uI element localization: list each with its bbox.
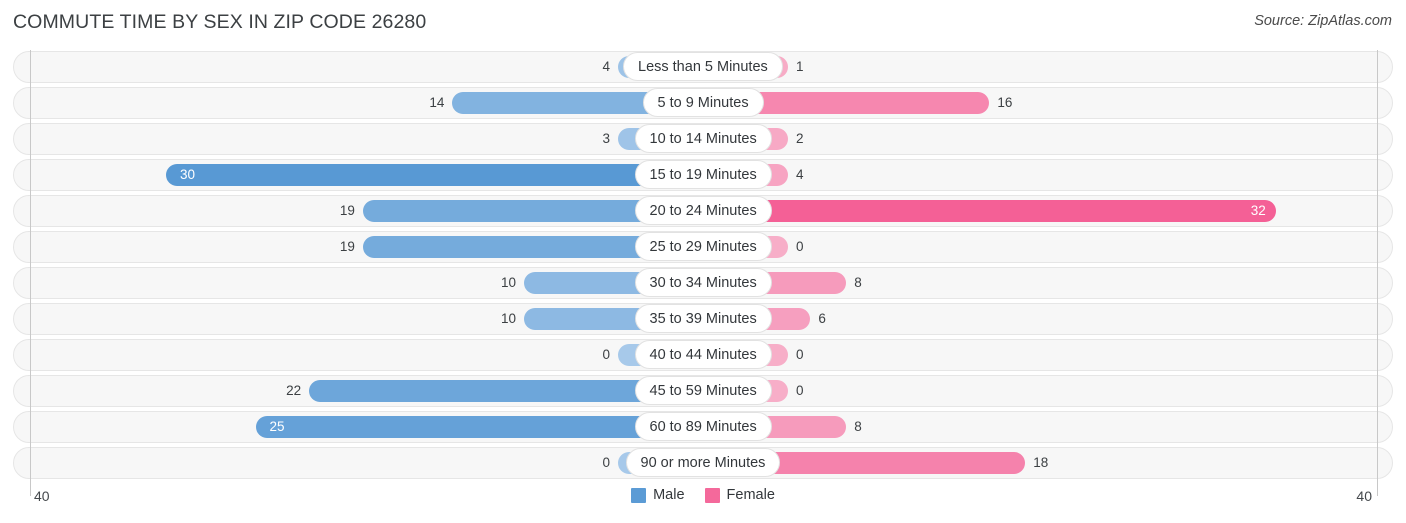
row-bars: 10 8 30 to 34 Minutes (0, 266, 1406, 300)
bar-value-female: 1 (796, 59, 804, 74)
category-label-pill: 45 to 59 Minutes (634, 376, 772, 405)
bar-value-female: 8 (854, 419, 862, 434)
bar-value-male: 3 (602, 131, 610, 146)
legend-item-female[interactable]: Female (704, 487, 775, 503)
category-label-pill: Less than 5 Minutes (623, 52, 783, 81)
legend-swatch-female-icon (704, 487, 720, 503)
category-label-pill: 40 to 44 Minutes (634, 340, 772, 369)
row-bars: 14 16 5 to 9 Minutes (0, 86, 1406, 120)
chart-row: 10 6 35 to 39 Minutes (0, 302, 1406, 338)
legend-label-male: Male (653, 487, 685, 503)
row-bars: 30 4 15 to 19 Minutes (0, 158, 1406, 192)
chart-row: 14 16 5 to 9 Minutes (0, 86, 1406, 122)
bar-value-female: 32 (1250, 203, 1266, 218)
chart-row: 30 4 15 to 19 Minutes (0, 158, 1406, 194)
row-bars: 4 1 Less than 5 Minutes (0, 50, 1406, 84)
bar-value-female: 6 (818, 311, 826, 326)
legend-label-female: Female (726, 487, 775, 503)
bar-value-male: 25 (269, 419, 285, 434)
bar-value-male: 30 (180, 167, 196, 182)
chart-row: 19 32 20 to 24 Minutes (0, 194, 1406, 230)
category-label-pill: 15 to 19 Minutes (634, 160, 772, 189)
axis-line-right (1377, 50, 1378, 496)
legend-item-male[interactable]: Male (631, 487, 685, 503)
bar-value-male: 14 (429, 95, 445, 110)
category-label-pill: 10 to 14 Minutes (634, 124, 772, 153)
bar-value-female: 0 (796, 383, 804, 398)
bar-value-female: 8 (854, 275, 862, 290)
row-bars: 0 18 90 or more Minutes (0, 446, 1406, 480)
chart-row: 4 1 Less than 5 Minutes (0, 50, 1406, 86)
row-bars: 19 0 25 to 29 Minutes (0, 230, 1406, 264)
chart-row: 0 18 90 or more Minutes (0, 446, 1406, 482)
axis-line-left (30, 50, 31, 496)
bar-value-male: 10 (500, 275, 516, 290)
chart-legend: Male Female (0, 487, 1406, 503)
category-label-pill: 35 to 39 Minutes (634, 304, 772, 333)
bar-value-male: 19 (339, 239, 355, 254)
row-bars: 22 0 45 to 59 Minutes (0, 374, 1406, 408)
category-label-pill: 90 or more Minutes (625, 448, 781, 477)
bar-male[interactable] (166, 164, 703, 186)
row-bars: 0 0 40 to 44 Minutes (0, 338, 1406, 372)
chart-footer: 40 40 Male Female (0, 482, 1406, 523)
category-label-pill: 5 to 9 Minutes (642, 88, 764, 117)
bar-value-female: 2 (796, 131, 804, 146)
category-label-pill: 30 to 34 Minutes (634, 268, 772, 297)
category-label-pill: 60 to 89 Minutes (634, 412, 772, 441)
row-bars: 3 2 10 to 14 Minutes (0, 122, 1406, 156)
category-label-pill: 20 to 24 Minutes (634, 196, 772, 225)
row-bars: 10 6 35 to 39 Minutes (0, 302, 1406, 336)
source-attribution: Source: ZipAtlas.com (1254, 13, 1392, 29)
chart-row: 0 0 40 to 44 Minutes (0, 338, 1406, 374)
chart-row: 25 8 60 to 89 Minutes (0, 410, 1406, 446)
page-title: COMMUTE TIME BY SEX IN ZIP CODE 26280 (13, 11, 427, 33)
category-label-pill: 25 to 29 Minutes (634, 232, 772, 261)
chart-row: 3 2 10 to 14 Minutes (0, 122, 1406, 158)
chart-header: COMMUTE TIME BY SEX IN ZIP CODE 26280 So… (0, 0, 1406, 46)
bar-value-male: 0 (602, 347, 610, 362)
chart-row: 19 0 25 to 29 Minutes (0, 230, 1406, 266)
chart-row: 10 8 30 to 34 Minutes (0, 266, 1406, 302)
bar-value-female: 0 (796, 347, 804, 362)
bar-female[interactable] (703, 200, 1276, 222)
bar-value-female: 18 (1033, 455, 1049, 470)
bar-value-male: 22 (286, 383, 302, 398)
bar-value-female: 4 (796, 167, 804, 182)
bar-value-male: 4 (602, 59, 610, 74)
legend-swatch-male-icon (631, 487, 647, 503)
bar-value-female: 16 (997, 95, 1013, 110)
row-bars: 19 32 20 to 24 Minutes (0, 194, 1406, 228)
bar-value-male: 19 (339, 203, 355, 218)
bar-value-male: 0 (602, 455, 610, 470)
bar-value-male: 10 (500, 311, 516, 326)
chart-row: 22 0 45 to 59 Minutes (0, 374, 1406, 410)
row-bars: 25 8 60 to 89 Minutes (0, 410, 1406, 444)
bar-value-female: 0 (796, 239, 804, 254)
chart-plot-area: 4 1 Less than 5 Minutes 14 16 5 to 9 Minutes 3… (0, 50, 1406, 496)
